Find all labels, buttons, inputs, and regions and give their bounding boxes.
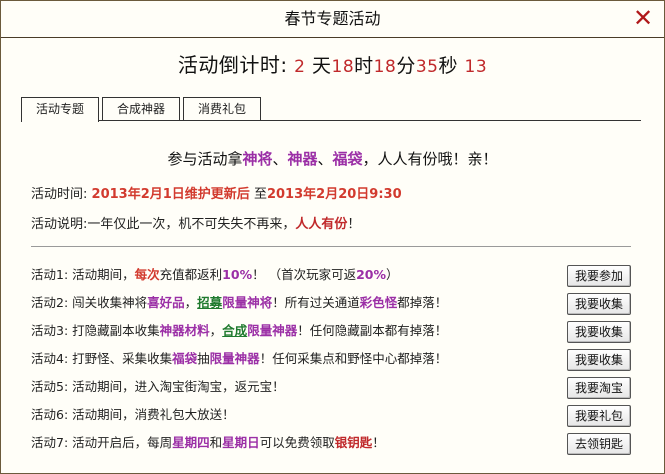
countdown-minutes: 18 <box>373 57 397 77</box>
activity-highlight: 限量神器 <box>247 323 298 338</box>
activity-text: ！任何隐藏副本都有掉落！ <box>297 323 448 338</box>
activity-text: 活动5: 活动期间，进入淘宝街淘宝，返元宝！ <box>31 379 285 394</box>
tab-label: 消费礼包 <box>197 102 246 116</box>
countdown-days: 2 <box>294 57 306 77</box>
countdown-hours: 18 <box>331 57 355 77</box>
tab-spend-pack[interactable]: 消费礼包 <box>183 97 261 120</box>
tab-label: 活动专题 <box>35 102 84 116</box>
compose-link[interactable]: 合成 <box>222 323 247 338</box>
event-desc-text: 一年仅此一次，机不可失失不再来， <box>87 217 296 232</box>
event-time-end: 2013年2月20日9:30 <box>266 187 402 202</box>
activity-row-1: 活动1: 活动期间，每次充值都返利10%！ （首次玩家可返20%） 我要参加 <box>31 262 631 288</box>
activity-text: 活动6: 活动期间，消费礼包大放送！ <box>31 407 235 422</box>
activity-highlight: 银钥匙 <box>334 435 373 450</box>
close-icon[interactable]: ✕ <box>630 4 656 32</box>
activity-highlight: 10% <box>222 267 253 282</box>
activity-highlight: 星期四 <box>172 435 210 450</box>
activity-text: 活动3: 打隐藏副本收集 <box>31 323 160 338</box>
activity-text: 活动7: 活动开启后，每周 <box>31 435 173 450</box>
collect-button[interactable]: 我要收集 <box>567 293 631 315</box>
tab-compose-artifact[interactable]: 合成神器 <box>102 97 180 120</box>
activity-highlight: 20% <box>356 267 386 282</box>
activity-highlight: 福袋 <box>172 351 198 366</box>
event-time: 活动时间: 2013年2月1日维护更新后 至2013年2月20日9:30 <box>31 183 402 202</box>
activity-text: 和 <box>209 435 223 450</box>
activity-row-4: 活动4: 打野怪、采集收集福袋抽限量神器！任何采集点和野怪中心都掉落！ 我要收集 <box>31 346 631 372</box>
dialog-title: 春节专题活动 <box>284 9 381 28</box>
countdown-seconds: 35 <box>415 57 439 77</box>
activity-highlight: 喜好品 <box>147 295 185 310</box>
recruit-link[interactable]: 招募 <box>197 295 222 310</box>
activity-text: ， <box>184 295 198 310</box>
taobao-button[interactable]: 我要淘宝 <box>567 377 631 399</box>
event-desc-highlight: 人人有份 <box>295 217 348 232</box>
activity-text: ！ <box>372 435 385 450</box>
collect-button[interactable]: 我要收集 <box>567 349 631 371</box>
activity-text: 活动4: 打野怪、采集收集 <box>31 351 173 366</box>
activity-highlight: 每次 <box>134 267 160 282</box>
countdown-extra: 13 <box>464 57 488 77</box>
countdown-days-unit: 天 <box>312 55 332 77</box>
countdown-minutes-unit: 分 <box>396 55 416 77</box>
activity-text: 都掉落！ <box>397 295 448 310</box>
activity-text: ） <box>386 267 399 282</box>
activity-text: ， <box>209 323 223 338</box>
headline-item1: 神将 <box>242 150 273 168</box>
countdown-seconds-unit: 秒 <box>438 55 458 77</box>
activity-text: 活动2: 闯关收集神将 <box>31 295 148 310</box>
activity-highlight: 限量神将 <box>222 295 273 310</box>
activity-highlight: 星期日 <box>222 435 260 450</box>
activity-highlight: 限量神器 <box>209 351 260 366</box>
collect-button[interactable]: 我要收集 <box>567 321 631 343</box>
activity-text: ！任何采集点和野怪中心都掉落！ <box>259 351 448 366</box>
event-time-label: 活动时间: <box>31 187 88 202</box>
headline-item3: 福袋 <box>332 150 363 168</box>
activity-row-6: 活动6: 活动期间，消费礼包大放送！ 我要礼包 <box>31 402 631 428</box>
countdown-label: 活动倒计时: <box>177 53 288 77</box>
countdown: 活动倒计时: 2 天18时18分35秒 13 <box>1 49 664 78</box>
title-bar: 春节专题活动 ✕ <box>1 1 664 38</box>
activity-row-7: 活动7: 活动开启后，每周星期四和星期日可以免费领取银钥匙！ 去领钥匙 <box>31 430 631 456</box>
event-time-start: 2013年2月1日维护更新后 <box>91 187 250 202</box>
event-desc-label: 活动说明: <box>31 217 88 232</box>
event-time-to: 至 <box>253 187 267 202</box>
activity-text: 活动1: 活动期间， <box>31 267 135 282</box>
headline-suffix: ，人人有份哦！亲！ <box>362 150 498 168</box>
activity-highlight: 神器材料 <box>159 323 210 338</box>
section-divider <box>31 246 631 247</box>
headline-sep1: 、 <box>272 150 288 168</box>
activity-highlight: 彩色怪 <box>359 295 398 310</box>
tab-event-topic[interactable]: 活动专题 <box>21 97 99 122</box>
headline: 参与活动拿神将、神器、福袋，人人有份哦！亲！ <box>1 148 664 169</box>
activity-row-3: 活动3: 打隐藏副本收集神器材料，合成限量神器！任何隐藏副本都有掉落！ 我要收集 <box>31 318 631 344</box>
countdown-hours-unit: 时 <box>354 55 374 77</box>
event-dialog: 春节专题活动 ✕ 活动倒计时: 2 天18时18分35秒 13 活动专题 合成神… <box>0 0 665 474</box>
headline-sep2: 、 <box>317 150 333 168</box>
tab-underline <box>21 120 641 121</box>
headline-item2: 神器 <box>287 150 318 168</box>
activity-text: 抽 <box>197 351 210 366</box>
activity-text: ！所有过关通道 <box>272 295 360 310</box>
activity-row-5: 活动5: 活动期间，进入淘宝街淘宝，返元宝！ 我要淘宝 <box>31 374 631 400</box>
join-button[interactable]: 我要参加 <box>567 265 631 287</box>
activity-text: 可以免费领取 <box>259 435 335 450</box>
activity-row-2: 活动2: 闯关收集神将喜好品，招募限量神将！所有过关通道彩色怪都掉落！ 我要收集 <box>31 290 631 316</box>
tab-label: 合成神器 <box>116 102 165 116</box>
activity-text: ！ （首次玩家可返 <box>252 267 357 282</box>
event-desc-end: ！ <box>347 217 361 232</box>
claim-key-button[interactable]: 去领钥匙 <box>567 433 631 455</box>
headline-prefix: 参与活动拿 <box>167 150 243 168</box>
gift-pack-button[interactable]: 我要礼包 <box>567 405 631 427</box>
activity-text: 充值都返利 <box>159 267 223 282</box>
event-description: 活动说明:一年仅此一次，机不可失失不再来，人人有份！ <box>31 213 360 232</box>
